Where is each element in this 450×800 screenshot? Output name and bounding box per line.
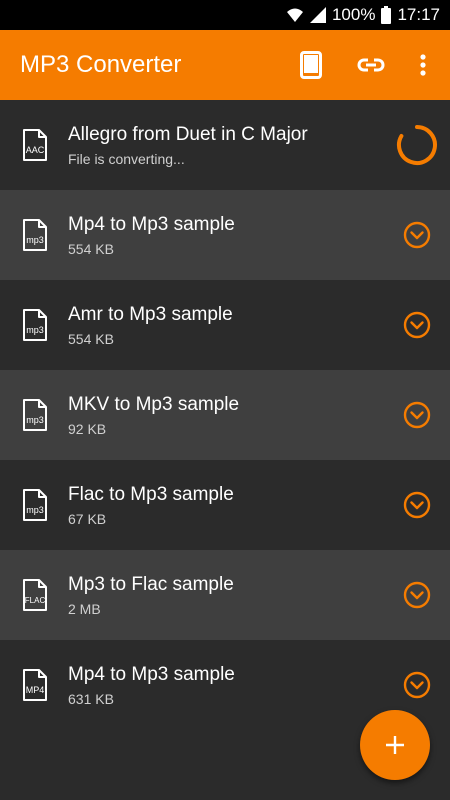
- file-name: Mp4 to Mp3 sample: [68, 663, 235, 685]
- file-subtitle: 631 KB: [68, 690, 114, 707]
- file-format-label: mp3: [26, 235, 44, 245]
- file-format-label: FLAC: [25, 596, 46, 605]
- file-subtitle: 67 KB: [68, 510, 107, 527]
- wifi-icon: [286, 8, 303, 22]
- device-button[interactable]: [286, 40, 336, 90]
- file-text: Mp3 to Flac sample 2 MB: [68, 574, 384, 617]
- expand-button[interactable]: [384, 491, 450, 519]
- signal-icon: [309, 7, 326, 23]
- file-subtitle: File is converting...: [68, 150, 185, 167]
- file-text: Amr to Mp3 sample 554 KB: [68, 304, 384, 347]
- file-text: Mp4 to Mp3 sample 554 KB: [68, 214, 384, 257]
- file-name: Mp3 to Flac sample: [68, 573, 234, 595]
- file-subtitle: 554 KB: [68, 240, 114, 257]
- expand-button[interactable]: [384, 581, 450, 609]
- file-icon: mp3: [0, 488, 68, 522]
- add-file-button[interactable]: [360, 710, 430, 780]
- file-name: Amr to Mp3 sample: [68, 303, 233, 325]
- app-title: MP3 Converter: [20, 51, 182, 78]
- phone-icon: [300, 51, 322, 79]
- file-icon: FLAC: [0, 578, 68, 612]
- file-format-label: mp3: [26, 325, 44, 335]
- list-item[interactable]: mp3 Mp4 to Mp3 sample 554 KB: [0, 190, 450, 280]
- list-item[interactable]: mp3 Flac to Mp3 sample 67 KB: [0, 460, 450, 550]
- file-name: Allegro from Duet in C Major: [68, 123, 308, 145]
- list-item[interactable]: FLAC Mp3 to Flac sample 2 MB: [0, 550, 450, 640]
- chevron-down-circle-icon: [403, 311, 431, 339]
- list-item[interactable]: AAC Allegro from Duet in C Major File is c…: [0, 100, 450, 190]
- link-button[interactable]: [346, 40, 396, 90]
- converting-indicator: [384, 123, 450, 167]
- battery-icon: [381, 6, 392, 24]
- expand-button[interactable]: [384, 671, 450, 699]
- chevron-down-circle-icon: [403, 491, 431, 519]
- chevron-down-circle-icon: [403, 221, 431, 249]
- file-text: MKV to Mp3 sample 92 KB: [68, 394, 384, 437]
- expand-button[interactable]: [384, 221, 450, 249]
- file-text: Allegro from Duet in C Major File is conv…: [68, 124, 384, 167]
- file-name: MKV to Mp3 sample: [68, 393, 240, 415]
- status-bar: 100% 17:17: [0, 0, 450, 30]
- file-icon: mp3: [0, 398, 68, 432]
- file-format-label: AAC: [26, 145, 45, 155]
- plus-icon: [386, 736, 404, 754]
- file-subtitle: 2 MB: [68, 600, 101, 617]
- file-name: Flac to Mp3 sample: [68, 483, 234, 505]
- link-icon: [357, 58, 385, 72]
- file-icon: MP4: [0, 668, 68, 702]
- clock: 17:17: [397, 5, 440, 24]
- chevron-down-circle-icon: [403, 671, 431, 699]
- app-bar: MP3 Converter: [0, 30, 450, 100]
- file-text: Mp4 to Mp3 sample 631 KB: [68, 664, 384, 707]
- file-icon: AAC: [0, 128, 68, 162]
- overflow-menu-button[interactable]: [398, 40, 448, 90]
- battery-percent: 100%: [331, 5, 376, 24]
- chevron-down-circle-icon: [403, 581, 431, 609]
- expand-button[interactable]: [384, 401, 450, 429]
- file-icon: mp3: [0, 218, 68, 252]
- chevron-down-circle-icon: [403, 401, 431, 429]
- file-subtitle: 92 KB: [68, 420, 107, 437]
- list-item[interactable]: mp3 Amr to Mp3 sample 554 KB: [0, 280, 450, 370]
- expand-button[interactable]: [384, 311, 450, 339]
- more-vert-icon: [420, 54, 426, 76]
- file-icon: mp3: [0, 308, 68, 342]
- progress-spinner-icon: [397, 125, 437, 165]
- list-item[interactable]: mp3 MKV to Mp3 sample 92 KB: [0, 370, 450, 460]
- file-name: Mp4 to Mp3 sample: [68, 213, 235, 235]
- file-text: Flac to Mp3 sample 67 KB: [68, 484, 384, 527]
- file-subtitle: 554 KB: [68, 330, 114, 347]
- file-format-label: MP4: [26, 685, 45, 695]
- file-format-label: mp3: [26, 415, 44, 425]
- file-format-label: mp3: [26, 505, 44, 515]
- file-list: AAC Allegro from Duet in C Major File is c…: [0, 100, 450, 730]
